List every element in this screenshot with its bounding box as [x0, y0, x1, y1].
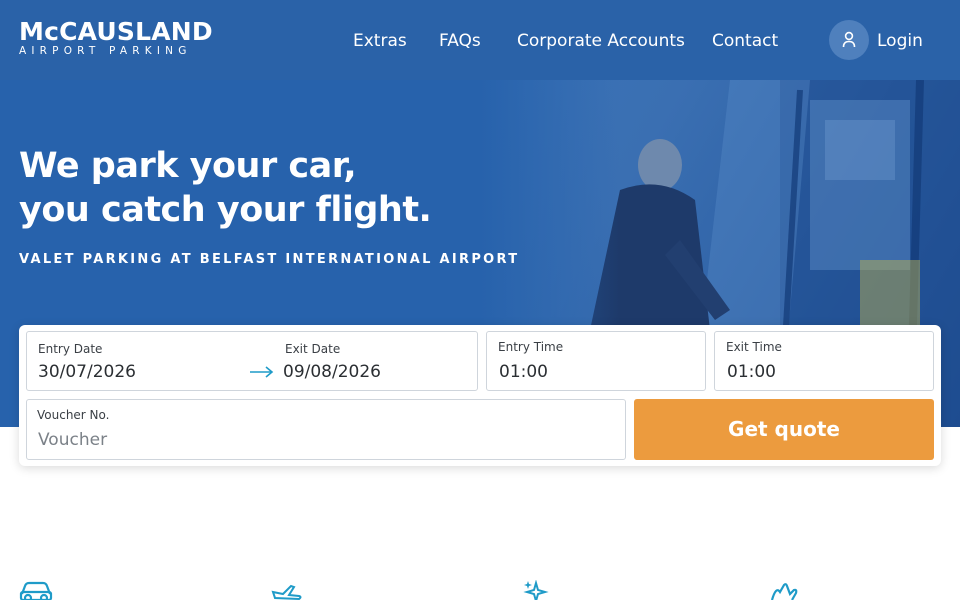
exit-date-value: 09/08/2026 — [283, 362, 381, 382]
hero-subline: VALET PARKING AT BELFAST INTERNATIONAL A… — [19, 252, 520, 267]
hand-icon — [770, 583, 798, 600]
hero-headline: We park your car, you catch your flight. — [19, 144, 432, 232]
entry-date-label: Entry Date — [38, 342, 103, 356]
entry-time-value: 01:00 — [499, 362, 548, 382]
main-nav: Extras FAQs Corporate Accounts Contact — [0, 28, 960, 54]
voucher-placeholder: Voucher — [38, 430, 108, 450]
exit-date-field[interactable]: Exit Date 09/08/2026 — [277, 332, 477, 390]
headline-line-1: We park your car, — [19, 146, 357, 186]
nav-corporate-accounts[interactable]: Corporate Accounts — [517, 28, 685, 54]
entry-date-field[interactable]: Entry Date 30/07/2026 — [27, 332, 237, 390]
entry-time-field[interactable]: Entry Time 01:00 — [486, 331, 706, 391]
voucher-label: Voucher No. — [37, 408, 110, 422]
user-icon — [842, 31, 856, 48]
nav-faqs[interactable]: FAQs — [439, 28, 481, 54]
login-avatar-button[interactable] — [829, 20, 869, 60]
exit-time-value: 01:00 — [727, 362, 776, 382]
entry-time-label: Entry Time — [498, 340, 564, 354]
login-link[interactable]: Login — [877, 28, 923, 54]
car-icon — [19, 581, 53, 600]
sparkle-icon — [523, 580, 549, 600]
arrow-right-icon — [250, 366, 274, 378]
exit-time-label: Exit Time — [726, 340, 782, 354]
headline-line-2: you catch your flight. — [19, 190, 432, 230]
site-header: McCAUSLAND AIRPORT PARKING Extras FAQs C… — [0, 0, 960, 80]
date-range-field: Entry Date 30/07/2026 Exit Date 09/08/20… — [26, 331, 478, 391]
plane-icon — [271, 584, 302, 600]
voucher-field[interactable]: Voucher No. Voucher — [26, 399, 626, 460]
exit-date-label: Exit Date — [285, 342, 341, 356]
entry-date-value: 30/07/2026 — [38, 362, 136, 382]
exit-time-field[interactable]: Exit Time 01:00 — [714, 331, 934, 391]
nav-contact[interactable]: Contact — [712, 28, 778, 54]
nav-extras[interactable]: Extras — [353, 28, 407, 54]
get-quote-button[interactable]: Get quote — [634, 399, 934, 460]
booking-form: Entry Date 30/07/2026 Exit Date 09/08/20… — [19, 325, 941, 466]
